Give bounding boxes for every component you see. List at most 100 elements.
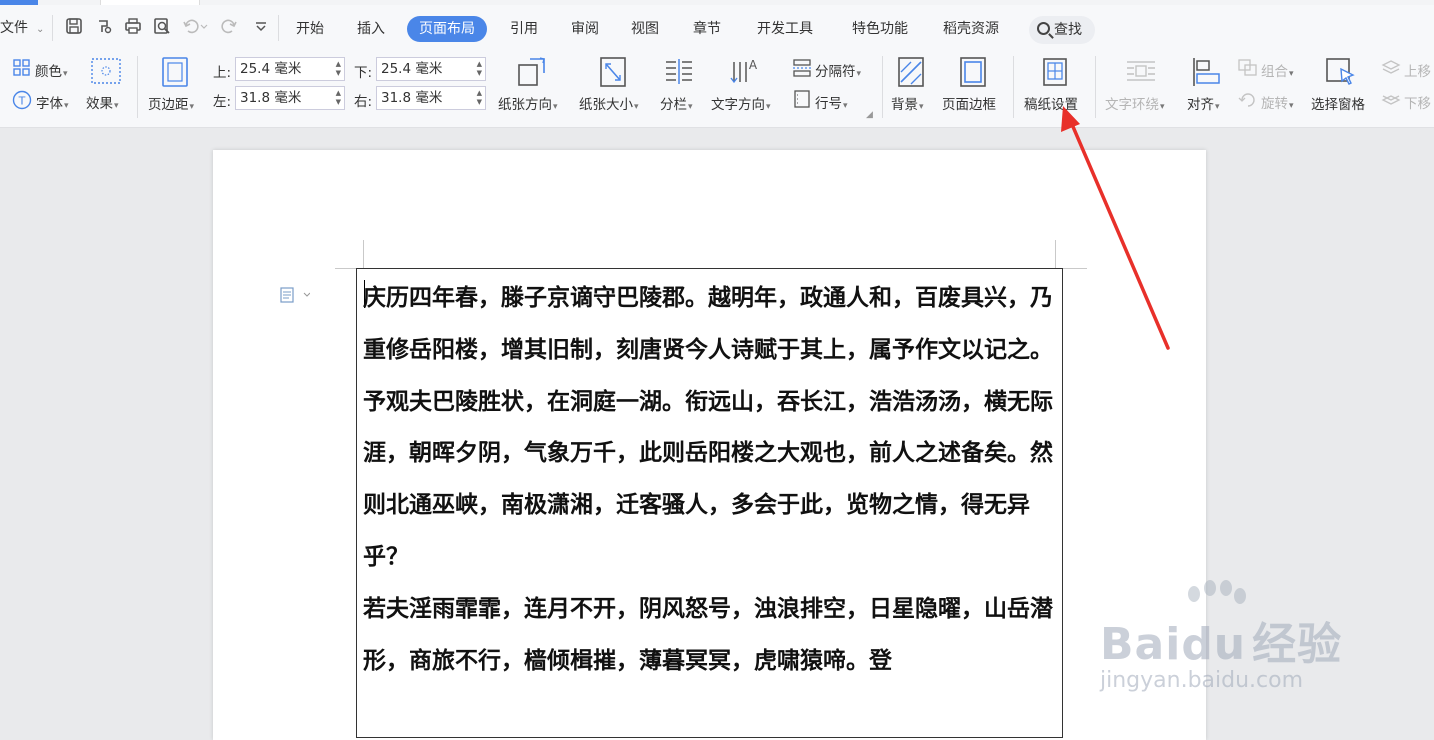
left-margin-input[interactable]: 31.8 毫米 ▲ ▼ bbox=[235, 86, 345, 110]
file-menu[interactable]: 文件 ⌄ bbox=[0, 17, 44, 37]
selection-pane-icon[interactable] bbox=[1325, 57, 1357, 87]
paper-size-button[interactable]: 纸张大小▾ bbox=[579, 93, 639, 113]
divider bbox=[278, 15, 279, 41]
manuscript-grid-icon[interactable] bbox=[1042, 57, 1068, 87]
line-number-icon[interactable] bbox=[793, 90, 811, 108]
print-preview-icon[interactable] bbox=[153, 17, 171, 40]
text-wrap-icon bbox=[1125, 58, 1157, 86]
bring-forward-label: 上移 bbox=[1404, 64, 1431, 80]
divider bbox=[882, 56, 883, 118]
crop-mark bbox=[363, 240, 364, 268]
search-button[interactable]: 查找 bbox=[1029, 16, 1095, 44]
bring-forward-button: 上移 bbox=[1404, 60, 1431, 80]
font-theme-icon[interactable]: T bbox=[12, 90, 32, 110]
effect-label: 效果 bbox=[86, 96, 113, 112]
caret-down-icon: ▾ bbox=[843, 101, 848, 111]
send-backward-icon bbox=[1381, 90, 1401, 108]
menu-bar: 文件 ⌄ 开始 插入 页面布局 引用 审阅 视图 章节 开发工具 特色功能 稻壳资… bbox=[0, 5, 1434, 50]
svg-text:A: A bbox=[749, 58, 758, 72]
caret-down-icon: ▾ bbox=[1215, 102, 1220, 112]
crop-mark bbox=[1055, 240, 1056, 268]
rotate-icon bbox=[1238, 90, 1258, 108]
caret-down-icon: ▾ bbox=[553, 102, 558, 112]
tab-review[interactable]: 审阅 bbox=[559, 16, 611, 42]
tab-insert[interactable]: 插入 bbox=[345, 16, 397, 42]
separator-icon[interactable] bbox=[792, 59, 812, 77]
text-direction-button[interactable]: 文字方向▾ bbox=[711, 93, 771, 113]
right-margin-label: 右: bbox=[354, 94, 373, 110]
tab-page-layout[interactable]: 页面布局 bbox=[407, 16, 487, 42]
margin-button[interactable]: 页边距▾ bbox=[148, 93, 194, 113]
caret-down-icon: ▾ bbox=[688, 102, 693, 112]
spin-arrows-icon[interactable]: ▲ ▼ bbox=[336, 89, 341, 107]
divider bbox=[137, 56, 138, 118]
paragraph-layout-icon[interactable] bbox=[280, 287, 311, 307]
tab-home[interactable]: 开始 bbox=[284, 16, 336, 42]
font-theme-button[interactable]: 字体▾ bbox=[36, 92, 69, 112]
margin-label: 页边距 bbox=[148, 97, 189, 113]
ribbon-toolbar: 颜色▾ T 字体▾ 效果▾ 页边距▾ 上: 25.4 毫米 ▲ ▼ 左: 31.8 … bbox=[0, 50, 1434, 128]
page-border-label: 页面边框 bbox=[942, 97, 996, 113]
spin-arrows-icon[interactable]: ▲ ▼ bbox=[477, 89, 482, 107]
crop-mark bbox=[1063, 268, 1087, 269]
columns-button[interactable]: 分栏▾ bbox=[660, 93, 693, 113]
effect-icon[interactable] bbox=[91, 58, 121, 84]
spin-arrows-icon[interactable]: ▲ ▼ bbox=[336, 60, 341, 78]
page-border-button[interactable]: 页面边框 bbox=[942, 93, 996, 113]
tab-view[interactable]: 视图 bbox=[619, 16, 671, 42]
text-direction-icon[interactable]: A bbox=[730, 56, 760, 88]
undo-icon[interactable] bbox=[182, 17, 208, 40]
print-icon[interactable] bbox=[124, 17, 142, 40]
save-icon[interactable] bbox=[65, 17, 83, 40]
align-button[interactable]: 对齐▾ bbox=[1187, 93, 1220, 113]
margin-icon[interactable] bbox=[161, 56, 189, 88]
rotate-button: 旋转▾ bbox=[1261, 92, 1294, 112]
dialog-launcher-icon[interactable]: ◢ bbox=[866, 110, 873, 120]
effect-button[interactable]: 效果▾ bbox=[86, 92, 119, 112]
tab-developer-tools[interactable]: 开发工具 bbox=[745, 16, 825, 42]
paragraph[interactable]: 若夫淫雨霏霏，连月不开，阴风怒号，浊浪排空，日星隐曜，山岳潜形，商旅不行，樯倾楫… bbox=[363, 583, 1063, 687]
page-border-icon[interactable] bbox=[959, 56, 987, 88]
caret-down-icon: ▾ bbox=[63, 69, 68, 79]
selection-pane-button[interactable]: 选择窗格 bbox=[1311, 93, 1365, 113]
tab-special-features[interactable]: 特色功能 bbox=[840, 16, 920, 42]
spin-arrows-icon[interactable]: ▲ ▼ bbox=[477, 60, 482, 78]
top-margin-input[interactable]: 25.4 毫米 ▲ ▼ bbox=[235, 57, 345, 81]
background-icon[interactable] bbox=[897, 56, 925, 88]
redo-icon[interactable] bbox=[220, 17, 238, 40]
separator-label: 分隔符 bbox=[815, 64, 856, 80]
tab-docer-resources[interactable]: 稻壳资源 bbox=[931, 16, 1011, 42]
document-body[interactable]: 庆历四年春，滕子京谪守巴陵郡。越明年，政通人和，百废具兴，乃重修岳阳楼，增其旧制… bbox=[363, 272, 1063, 686]
right-margin-input[interactable]: 31.8 毫米 ▲ ▼ bbox=[376, 86, 486, 110]
background-button[interactable]: 背景▾ bbox=[891, 93, 924, 113]
orientation-icon[interactable] bbox=[516, 56, 548, 88]
paragraph[interactable]: 予观夫巴陵胜状，在洞庭一湖。衔远山，吞长江，浩浩汤汤，横无际涯，朝晖夕阴，气象万… bbox=[363, 376, 1063, 583]
columns-icon[interactable] bbox=[664, 58, 694, 86]
tab-references[interactable]: 引用 bbox=[498, 16, 550, 42]
align-icon[interactable] bbox=[1192, 57, 1222, 87]
format-painter-icon[interactable] bbox=[95, 17, 113, 40]
color-button[interactable]: 颜色▾ bbox=[35, 60, 68, 80]
text-direction-label: 文字方向 bbox=[711, 97, 765, 113]
tab-chapter[interactable]: 章节 bbox=[681, 16, 733, 42]
top-margin-label: 上: bbox=[213, 65, 232, 81]
caret-down-icon: ▾ bbox=[1160, 102, 1165, 112]
font-theme-label: 字体 bbox=[36, 96, 63, 112]
caret-down-icon: ▾ bbox=[64, 101, 69, 111]
divider bbox=[1095, 56, 1096, 118]
orientation-button[interactable]: 纸张方向▾ bbox=[498, 93, 558, 113]
orientation-label: 纸张方向 bbox=[498, 97, 552, 113]
paragraph[interactable]: 庆历四年春，滕子京谪守巴陵郡。越明年，政通人和，百废具兴，乃重修岳阳楼，增其旧制… bbox=[363, 272, 1063, 376]
send-backward-label: 下移 bbox=[1404, 96, 1431, 112]
bottom-margin-input[interactable]: 25.4 毫米 ▲ ▼ bbox=[376, 57, 486, 81]
customize-quick-access-icon[interactable] bbox=[254, 17, 268, 40]
selection-pane-label: 选择窗格 bbox=[1311, 97, 1365, 113]
caret-down-icon: ▾ bbox=[1289, 101, 1294, 111]
manuscript-settings-button[interactable]: 稿纸设置 bbox=[1024, 93, 1078, 113]
color-icon[interactable] bbox=[13, 59, 31, 77]
color-label: 颜色 bbox=[35, 64, 62, 80]
align-label: 对齐 bbox=[1187, 97, 1214, 113]
paper-size-icon[interactable] bbox=[598, 56, 628, 88]
separator-button[interactable]: 分隔符▾ bbox=[815, 60, 861, 80]
line-number-button[interactable]: 行号▾ bbox=[815, 92, 848, 112]
